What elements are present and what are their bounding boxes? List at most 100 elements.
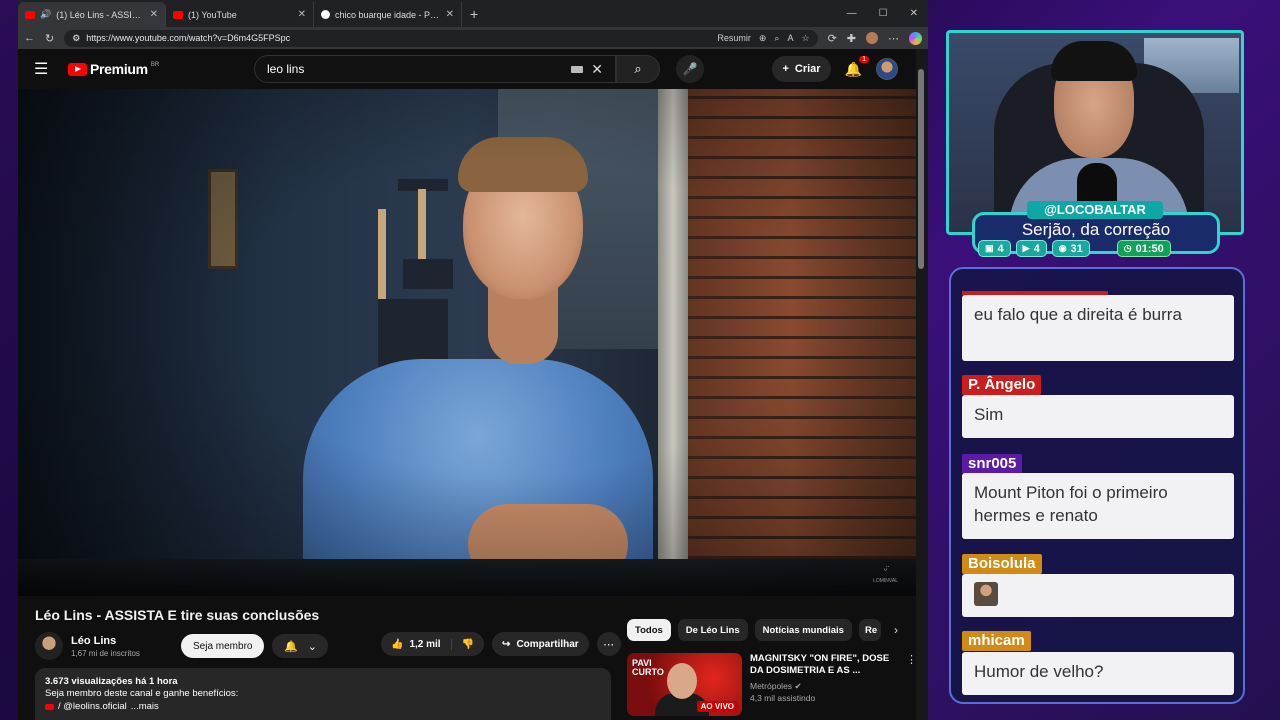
- bell-icon: 🔔: [284, 640, 298, 653]
- stream-stats: ▣ 4 ▶ 4 ◉ 31 ◷ 01:50: [978, 240, 1171, 257]
- puzzle-icon[interactable]: ✚: [847, 32, 856, 45]
- back-arrow-icon[interactable]: ←: [24, 32, 35, 44]
- recommended-thumbnail[interactable]: PAVI CURTO AO VIVO: [627, 653, 742, 716]
- chat-message-emote: [962, 574, 1234, 617]
- hamburger-menu-icon[interactable]: ☰: [34, 59, 62, 79]
- logo-text: Premium: [90, 61, 148, 77]
- page-scrollbar[interactable]: [916, 49, 928, 720]
- kick-count-badge: ◉ 31: [1051, 240, 1090, 257]
- stream-caption: Serjão, da correção: [1021, 220, 1171, 239]
- google-favicon-icon: [321, 10, 330, 19]
- thumb-face: [667, 663, 697, 699]
- subscription-bell-button[interactable]: 🔔 ⌄: [272, 634, 329, 658]
- chevron-down-icon: ⌄: [307, 640, 317, 653]
- bell-icon: 🔔: [844, 60, 862, 77]
- streamer-handle: @LOCOBALTAR: [1027, 201, 1163, 219]
- description-link-row: / @leolins.oficial ...mais: [45, 701, 601, 713]
- watermark-text: LOMINVAL: [873, 578, 898, 584]
- reload-icon[interactable]: ↻: [45, 32, 54, 45]
- new-tab-button[interactable]: +: [462, 6, 486, 22]
- chip-noticias-mundiais[interactable]: Notícias mundiais: [754, 619, 852, 641]
- translate-icon[interactable]: ⊕: [759, 33, 767, 44]
- resumir-button[interactable]: Resumir: [717, 33, 751, 43]
- reader-icon[interactable]: A: [787, 33, 793, 43]
- chat-username: mhicam: [962, 631, 1031, 651]
- url-field[interactable]: ⚙ https://www.youtube.com/watch?v=D6m4G5…: [64, 29, 818, 47]
- clear-search-icon[interactable]: ✕: [591, 61, 603, 78]
- video-player[interactable]: ᵕ̈ LOMINVAL: [18, 89, 916, 596]
- more-actions-button[interactable]: ⋯: [596, 632, 621, 656]
- tab-title: (1) YouTube: [188, 9, 237, 20]
- close-icon[interactable]: ✕: [446, 9, 454, 20]
- timer-badge: ◷ 01:50: [1116, 240, 1171, 257]
- minimize-button[interactable]: —: [847, 8, 857, 19]
- profile-avatar[interactable]: [866, 32, 878, 44]
- youtube-small-icon: [45, 704, 54, 710]
- browser-window: 🔊 (1) Léo Lins - ASSISTA E tire ✕ (1) Yo…: [18, 0, 928, 720]
- youtube-play-icon: [68, 62, 87, 76]
- channel-info: Léo Lins 1,67 mi de inscritos: [71, 635, 181, 658]
- chip-todos[interactable]: Todos: [627, 619, 671, 641]
- tab-google-search[interactable]: chico buarque idade - Pesquisa G ✕: [314, 2, 462, 27]
- site-info-icon[interactable]: ⚙: [72, 33, 80, 44]
- clock-icon: ◷: [1123, 243, 1132, 253]
- youtube-logo[interactable]: Premium BR: [68, 61, 159, 77]
- thumbs-up-icon: 👍: [391, 638, 404, 650]
- dislike-button[interactable]: 👎: [452, 639, 484, 650]
- recommended-channel-name[interactable]: Metrópoles: [750, 681, 792, 691]
- thumb-text: PAVI CURTO: [632, 659, 664, 677]
- show-more-link[interactable]: ...mais: [131, 701, 159, 713]
- channel-avatar[interactable]: [35, 632, 63, 660]
- thumb-text-line2: CURTO: [632, 667, 664, 677]
- tab-strip: 🔊 (1) Léo Lins - ASSISTA E tire ✕ (1) Yo…: [18, 0, 928, 27]
- search-input[interactable]: leo lins ✕: [254, 55, 616, 83]
- star-icon[interactable]: ☆: [801, 33, 809, 44]
- recommended-info: MAGNITSKY "ON FIRE", DOSE DA DOSIMETRIA …: [750, 653, 898, 718]
- kick-icon: ◉: [1058, 243, 1067, 253]
- recommended-title[interactable]: MAGNITSKY "ON FIRE", DOSE DA DOSIMETRIA …: [750, 653, 898, 677]
- channel-link[interactable]: / @leolins.oficial: [58, 701, 127, 713]
- close-icon[interactable]: ✕: [150, 9, 158, 20]
- zoom-icon[interactable]: ⌕: [774, 33, 779, 44]
- video-vignette: [18, 89, 916, 596]
- recommended-video[interactable]: PAVI CURTO AO VIVO MAGNITSKY "ON FIRE", …: [627, 653, 917, 718]
- chip-more[interactable]: Re: [858, 619, 881, 641]
- voice-search-button[interactable]: 🎤: [676, 55, 704, 83]
- create-label: Criar: [794, 63, 821, 75]
- search-button[interactable]: ⌕: [616, 55, 660, 83]
- tab-youtube-home[interactable]: (1) YouTube ✕: [166, 2, 314, 27]
- chevron-right-icon[interactable]: ›: [894, 623, 898, 637]
- search-area: leo lins ✕ ⌕ 🎤: [254, 55, 704, 83]
- description-box[interactable]: 3.673 visualizações há 1 hora Seja membr…: [35, 668, 611, 720]
- keyboard-icon[interactable]: [571, 65, 584, 73]
- chip-de-leo-lins[interactable]: De Léo Lins: [677, 619, 748, 641]
- create-button[interactable]: + Criar: [772, 56, 831, 82]
- channel-name[interactable]: Léo Lins: [71, 635, 181, 647]
- join-member-button[interactable]: Seja membro: [181, 634, 265, 658]
- tab-youtube-video[interactable]: 🔊 (1) Léo Lins - ASSISTA E tire ✕: [18, 2, 166, 27]
- copilot-icon[interactable]: [909, 31, 922, 45]
- youtube-count-badge: ▶ 4: [1015, 240, 1047, 257]
- chat-message: Humor de velho?: [962, 652, 1234, 695]
- thumbs-down-icon: 👎: [461, 638, 475, 650]
- chat-message: Sim: [962, 395, 1234, 438]
- url-actions: Resumir ⊕ ⌕ A ☆: [717, 33, 809, 44]
- extensions-icon[interactable]: ⟳: [828, 32, 837, 45]
- like-button[interactable]: 👍 1,2 mil: [381, 638, 452, 650]
- more-menu-icon[interactable]: ⋯: [888, 32, 899, 45]
- close-window-button[interactable]: ✕: [910, 8, 918, 19]
- recommended-watching: 4,3 mil assistindo: [750, 693, 816, 703]
- share-button[interactable]: ↪ Compartilhar: [492, 632, 589, 656]
- view-stats: 3.673 visualizações há 1 hora: [45, 676, 178, 687]
- search-value: leo lins: [267, 62, 305, 76]
- kick-count: 31: [1070, 242, 1083, 255]
- account-avatar[interactable]: [876, 58, 898, 80]
- close-icon[interactable]: ✕: [298, 9, 306, 20]
- chat-username: P. Ângelo: [962, 375, 1042, 395]
- notifications-button[interactable]: 🔔 1: [844, 55, 869, 78]
- youtube-favicon-icon: [25, 10, 35, 19]
- maximize-button[interactable]: ☐: [879, 8, 888, 19]
- url-text: https://www.youtube.com/watch?v=D6m4G5FP…: [86, 33, 291, 43]
- scroll-thumb[interactable]: [918, 69, 924, 269]
- address-bar: ← ↻ ⚙ https://www.youtube.com/watch?v=D6…: [18, 27, 928, 49]
